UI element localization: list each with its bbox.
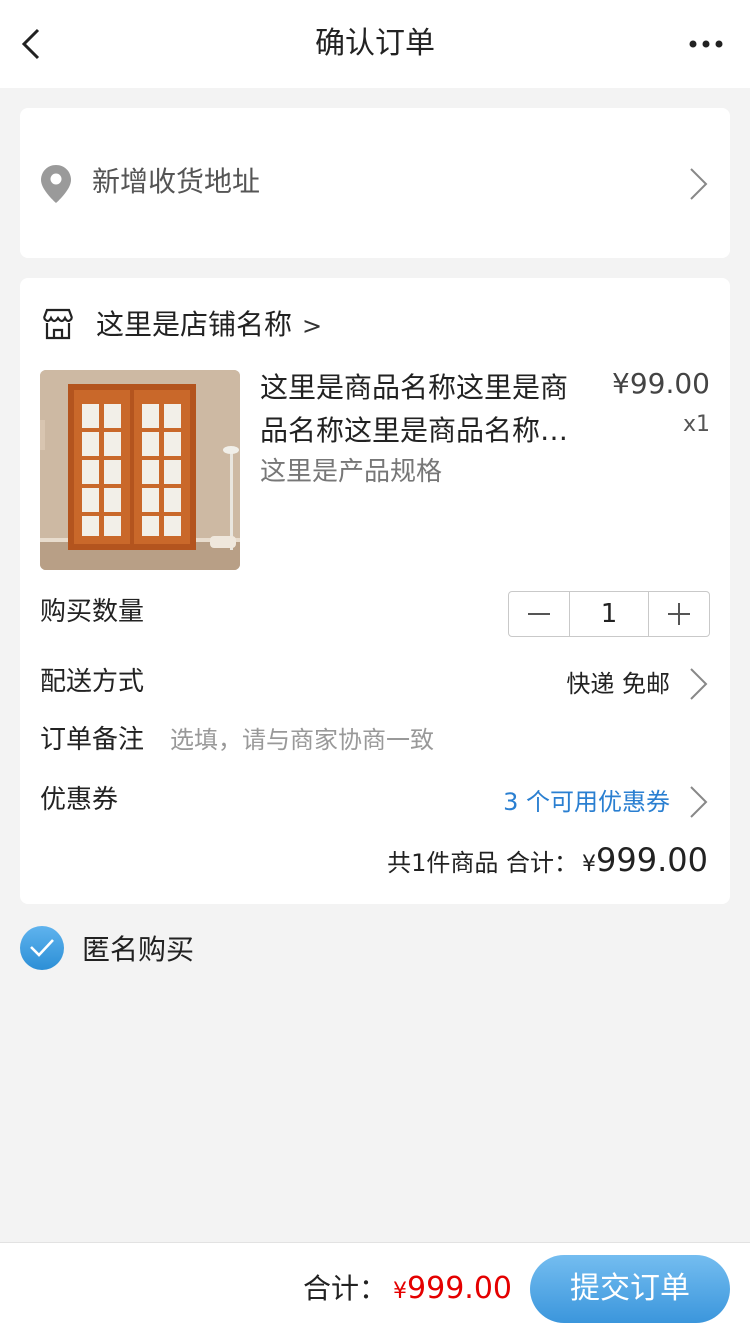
available-coupons-link[interactable]: 3 个可用优惠券 [503, 784, 670, 820]
quantity-value[interactable]: 1 [569, 592, 649, 636]
product-name[interactable]: 这里是商品名称这里是商品名称这里是商品名称这里是商品名称 [260, 366, 580, 452]
anonymous-checkbox[interactable] [20, 926, 64, 970]
anonymous-label: 匿名购买 [82, 933, 195, 966]
page-title: 确认订单 [315, 26, 435, 61]
order-total-amount: 999.00 [596, 841, 708, 879]
product-price: ¥99.00 [612, 367, 710, 400]
shipping-method[interactable]: 快递 免邮 [566, 666, 670, 702]
anonymous-purchase-row: 匿名购买 [20, 926, 194, 970]
chevron-right-icon[interactable] [688, 666, 710, 702]
order-note-input[interactable] [170, 722, 690, 758]
shop-name: 这里是店铺名称 [96, 308, 293, 341]
more-button[interactable] [688, 34, 724, 54]
checkmark-icon [30, 939, 54, 957]
product-spec: 这里是产品规格 [260, 457, 443, 487]
shipping-label: 配送方式 [40, 667, 145, 697]
order-card: 这里是店铺名称 > 这里是商品名称这里是商品名称这里是商品名称这 ¥99.00 … [20, 278, 730, 904]
order-total: 共1件商品 合计： ¥999.00 [387, 838, 708, 888]
footer-total-currency: ¥ [393, 1279, 408, 1304]
footer-total-amount: 999.00 [407, 1271, 512, 1306]
chevron-right-icon[interactable] [688, 784, 710, 820]
shop-arrow: > [302, 312, 323, 340]
door-image [40, 370, 240, 570]
chevron-right-icon [690, 168, 708, 200]
location-pin-icon [41, 165, 71, 203]
order-total-label: 共1件商品 合计： [387, 849, 579, 877]
plus-icon [668, 603, 690, 625]
minus-icon [528, 613, 550, 615]
order-total-currency: ¥ [582, 852, 597, 877]
quantity-label: 购买数量 [40, 597, 145, 627]
decrease-button[interactable] [509, 592, 569, 636]
more-horizontal-icon [689, 40, 723, 48]
increase-button[interactable] [649, 592, 709, 636]
product-quantity: x1 [682, 412, 710, 437]
store-icon [42, 308, 74, 340]
add-address-label: 新增收货地址 [92, 165, 261, 198]
add-address-card[interactable]: 新增收货地址 [20, 108, 730, 258]
order-note-label: 订单备注 [40, 725, 145, 755]
checkout-bar: 合计： ¥999.00 提交订单 [0, 1242, 750, 1334]
footer-total: 合计： ¥999.00 [303, 1267, 512, 1315]
footer-total-label: 合计： [303, 1272, 388, 1305]
submit-order-button[interactable]: 提交订单 [530, 1255, 730, 1323]
product-image[interactable] [40, 370, 240, 570]
shop-name-link[interactable]: 这里是店铺名称 > [96, 306, 322, 345]
nav-bar: 确认订单 [0, 0, 750, 88]
coupon-label: 优惠券 [40, 785, 119, 815]
quantity-stepper: 1 [508, 591, 710, 637]
